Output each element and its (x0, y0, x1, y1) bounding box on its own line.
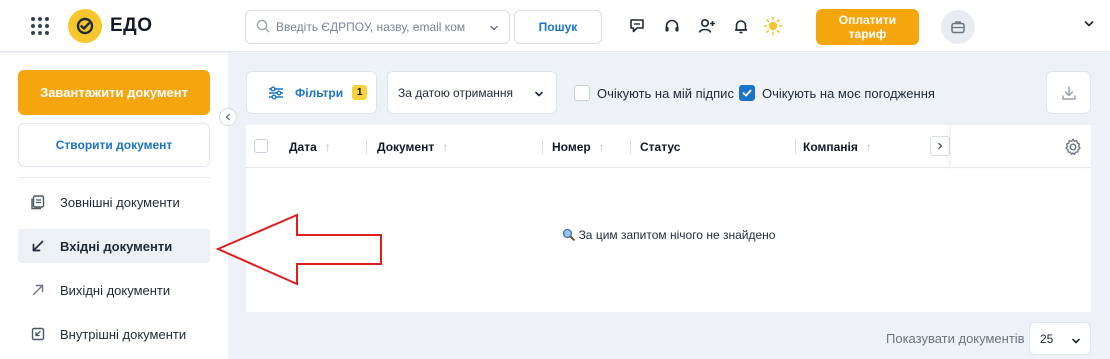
documents-table: Дата ↑ Документ ↑ Номер ↑ Статус Компані… (246, 125, 1091, 312)
chevron-left-icon (225, 113, 230, 121)
column-label: Компанія (803, 139, 858, 154)
checkbox-label: Очікують на моє погодження (762, 85, 935, 101)
filters-label: Фільтри (295, 85, 344, 100)
awaiting-my-signature-checkbox[interactable]: Очікують на мій підпис (574, 85, 734, 101)
column-separator (542, 139, 543, 154)
column-company[interactable]: Компанія ↑ (803, 125, 872, 168)
sidebar-item-label: Зовнішні документи (60, 194, 180, 210)
pay-tariff-button[interactable]: Оплатити тариф (816, 9, 919, 45)
sort-select[interactable]: За датою отримання (387, 71, 557, 114)
chat-icon[interactable] (627, 16, 647, 36)
table-settings-column (950, 125, 1091, 168)
filters-button[interactable]: Фільтри 1 (246, 71, 377, 114)
empty-state-message: За цим запитом нічого не знайдено (246, 228, 1091, 244)
sidebar-item-incoming[interactable]: Вхідні документи (18, 229, 210, 263)
sort-arrow-icon: ↑ (865, 139, 872, 154)
column-date[interactable]: Дата ↑ (289, 125, 331, 168)
arrow-down-left-icon (30, 238, 46, 254)
logo-icon (68, 9, 102, 43)
sort-arrow-icon: ↑ (324, 139, 331, 154)
check-icon (742, 89, 752, 97)
page-size-select[interactable]: 25 (1029, 322, 1091, 355)
column-number[interactable]: Номер ↑ (552, 125, 605, 168)
checkbox-label: Очікують на мій підпис (597, 85, 734, 101)
column-separator (366, 139, 367, 154)
top-bar: ЕДО Пошук Оплатити тариф (0, 0, 1110, 52)
chevron-right-icon (938, 142, 943, 150)
sidebar-divider (18, 177, 210, 178)
sort-value: За датою отримання (398, 85, 513, 100)
headset-icon[interactable] (662, 16, 682, 36)
sidebar-item-label: Вихідні документи (60, 282, 171, 298)
empty-state-text: За цим запитом нічого не знайдено (578, 228, 776, 242)
page-size-label: Показувати документів (886, 331, 1025, 346)
account-chevron-down-icon[interactable] (1083, 18, 1095, 33)
magnifier-icon (562, 228, 575, 244)
apps-grid-icon[interactable] (31, 17, 49, 35)
sidebar-item-outgoing[interactable]: Вихідні документи (18, 273, 210, 307)
briefcase-icon[interactable] (941, 10, 975, 44)
upload-document-button[interactable]: Завантажити документ (18, 70, 210, 115)
arrow-up-right-icon (30, 282, 46, 298)
awaiting-my-approval-checkbox[interactable]: Очікують на моє погодження (739, 85, 935, 101)
create-document-button[interactable]: Створити документ (18, 123, 210, 167)
checkbox-box[interactable] (574, 85, 590, 101)
sidebar-item-external[interactable]: Зовнішні документи (18, 185, 210, 219)
bell-icon[interactable] (731, 16, 751, 36)
app-logo[interactable]: ЕДО (68, 9, 153, 43)
pay-tariff-label: Оплатити тариф (838, 13, 897, 41)
download-button[interactable] (1046, 71, 1091, 114)
external-docs-icon (30, 194, 46, 210)
column-document[interactable]: Документ ↑ (377, 125, 448, 168)
page-size-value: 25 (1040, 331, 1054, 346)
column-label: Номер (552, 139, 591, 154)
column-status[interactable]: Статус (640, 125, 680, 168)
sidebar-item-internal[interactable]: Внутрішні документи (18, 317, 210, 351)
sliders-icon (267, 85, 285, 101)
search-icon (256, 19, 270, 36)
search-input[interactable] (276, 20, 471, 34)
chevron-down-icon (1071, 335, 1081, 349)
column-separator (630, 139, 631, 154)
collapse-sidebar-button[interactable] (219, 108, 237, 126)
filters-count-badge: 1 (352, 85, 368, 100)
sidebar: Завантажити документ Створити документ З… (0, 53, 228, 359)
table-header: Дата ↑ Документ ↑ Номер ↑ Статус Компані… (246, 125, 1091, 168)
gear-icon[interactable] (1063, 137, 1083, 160)
column-label: Дата (289, 139, 317, 154)
search-button[interactable]: Пошук (514, 10, 602, 44)
sun-icon[interactable] (763, 16, 783, 36)
add-user-icon[interactable] (697, 16, 717, 36)
scroll-columns-right-button[interactable] (930, 136, 950, 156)
chevron-down-icon[interactable] (489, 21, 499, 36)
column-separator (795, 139, 796, 154)
sort-arrow-icon: ↑ (598, 139, 605, 154)
sidebar-item-label: Вхідні документи (60, 238, 173, 254)
sort-arrow-icon: ↑ (442, 139, 449, 154)
app-name: ЕДО (110, 15, 153, 36)
internal-docs-icon (30, 326, 46, 342)
sidebar-item-label: Внутрішні документи (60, 326, 187, 342)
chevron-down-icon (534, 88, 544, 102)
download-icon (1061, 85, 1076, 100)
column-label: Документ (377, 139, 435, 154)
search-box[interactable] (245, 10, 510, 44)
column-label: Статус (640, 139, 681, 154)
checkbox-box-checked[interactable] (739, 85, 755, 101)
select-all-checkbox[interactable] (254, 139, 268, 153)
